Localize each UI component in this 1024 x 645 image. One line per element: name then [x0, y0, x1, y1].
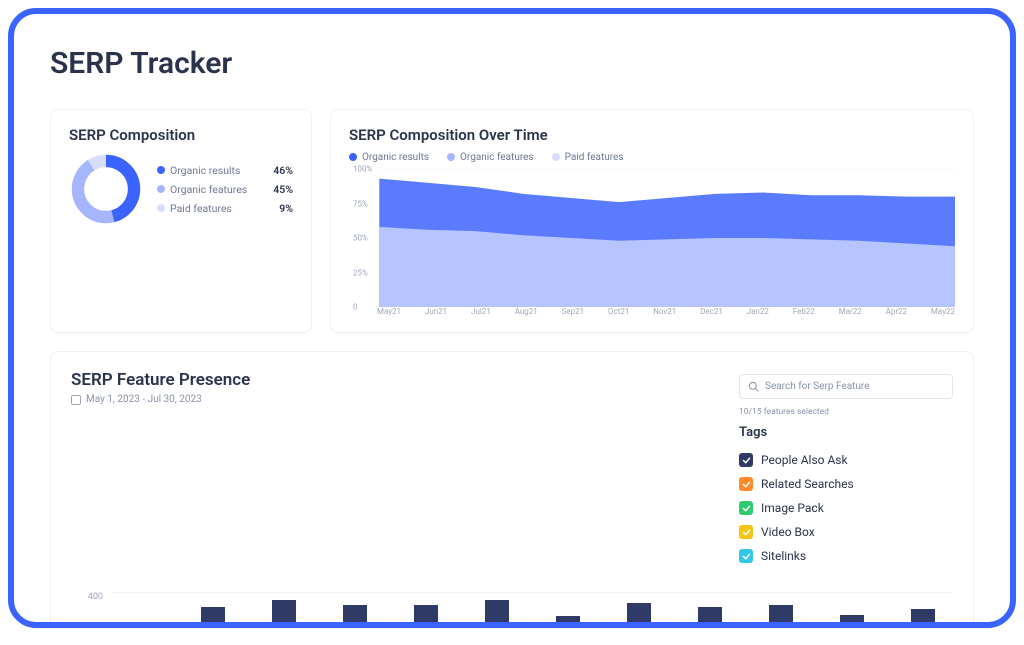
page-title: SERP Tracker [50, 46, 974, 81]
tag-list: People Also Ask Related Searches Image Pac… [739, 448, 953, 568]
selected-count: 10/15 features selected [739, 407, 953, 417]
tag-label: Sitelinks [761, 549, 806, 563]
calendar-icon [71, 395, 81, 405]
legend-value: 45% [273, 183, 293, 196]
bar-stack[interactable] [911, 609, 935, 628]
area-chart: 100%75%50%25%0 [349, 169, 955, 307]
legend-row: Organic results 46% [157, 161, 293, 180]
date-range-label: May 1, 2023 - Jul 30, 2023 [86, 394, 202, 405]
legend-item: Organic results [349, 152, 429, 163]
donut-chart [69, 152, 143, 226]
y-tick: 75% [353, 199, 368, 208]
tag-item[interactable]: Related Searches [739, 472, 953, 496]
y-tick: 100% [353, 165, 372, 174]
search-input[interactable]: Search for Serp Feature [739, 374, 953, 399]
legend-item: Paid features [552, 152, 624, 163]
bar-stack[interactable] [343, 605, 367, 628]
date-range[interactable]: May 1, 2023 - Jul 30, 2023 [71, 394, 250, 405]
checkbox-icon [739, 477, 753, 491]
checkbox-icon [739, 549, 753, 563]
legend-label: Paid features [170, 202, 232, 215]
bar-stack[interactable] [840, 615, 864, 629]
tag-label: Video Box [761, 525, 815, 539]
tag-item[interactable]: People Also Ask [739, 448, 953, 472]
bar-segment [485, 600, 509, 629]
bar-segment [201, 607, 225, 628]
legend-label: Organic features [170, 183, 247, 196]
legend-item: Organic features [447, 152, 534, 163]
bar-segment [627, 603, 651, 628]
top-row: SERP Composition Organic results46%Organ… [50, 109, 974, 333]
area-legend: Organic results Organic features Paid feat… [349, 152, 955, 163]
bar-stack[interactable] [698, 607, 722, 628]
feature-header: SERP Feature Presence May 1, 2023 - Jul … [71, 370, 953, 568]
y-tick: 25% [353, 268, 368, 277]
bar-segment [272, 600, 296, 629]
legend-value: 46% [273, 164, 293, 177]
bar-segment [840, 615, 864, 629]
bar-segment [698, 607, 722, 628]
donut-legend: Organic results 46% Organic features 45% Pai… [157, 161, 293, 218]
app-frame: SERP Tracker SERP Composition Organic re… [8, 8, 1016, 628]
checkbox-icon [739, 525, 753, 539]
bar-stack[interactable] [414, 605, 438, 628]
bar-segment [769, 605, 793, 628]
bar-stack[interactable] [201, 607, 225, 628]
bar-stack[interactable] [627, 603, 651, 628]
y-tick: 0 [353, 303, 358, 312]
y-tick: 400 [71, 592, 103, 602]
legend-row: Organic features 45% [157, 180, 293, 199]
tags-heading: Tags [739, 425, 953, 440]
bar-stacks [111, 592, 953, 628]
legend-row: Paid features 9% [157, 199, 293, 218]
card-title: SERP Composition Over Time [349, 126, 955, 144]
card-feature-presence: SERP Feature Presence May 1, 2023 - Jul … [50, 351, 974, 628]
checkbox-icon [739, 501, 753, 515]
tag-label: Image Pack [761, 501, 824, 515]
bar-stack[interactable] [769, 605, 793, 628]
y-tick: 300 [71, 626, 103, 628]
donut-chart-wrap: Organic results 46% Organic features 45% Pai… [69, 152, 293, 226]
bar-stack[interactable] [272, 600, 296, 629]
bar-segment [911, 609, 935, 628]
stacked-bar-chart: 4003002001000 30 Aug01 Sep03 Sep05 Sep07… [71, 592, 953, 628]
tag-item[interactable]: Video Box [739, 520, 953, 544]
tag-item[interactable]: Image Pack [739, 496, 953, 520]
bar-segment [556, 616, 580, 628]
search-icon [748, 381, 759, 392]
tag-item[interactable]: Sitelinks [739, 544, 953, 568]
card-serp-over-time: SERP Composition Over Time Organic resul… [330, 109, 974, 333]
bar-segment [414, 605, 438, 628]
bar-stack[interactable] [485, 600, 509, 629]
card-serp-composition: SERP Composition Organic results46%Organ… [50, 109, 312, 333]
legend-value: 9% [279, 202, 293, 215]
card-title: SERP Feature Presence [71, 370, 250, 390]
legend-label: Organic results [170, 164, 240, 177]
bar-segment [343, 605, 367, 628]
tag-label: People Also Ask [761, 453, 848, 467]
tag-label: Related Searches [761, 477, 854, 491]
bar-stack[interactable] [556, 616, 580, 628]
bar-y-axis: 4003002001000 [71, 592, 111, 628]
feature-filter-panel: Search for Serp Feature 10/15 features s… [739, 370, 953, 568]
search-placeholder: Search for Serp Feature [765, 381, 870, 392]
checkbox-icon [739, 453, 753, 467]
y-tick: 50% [353, 234, 368, 243]
card-title: SERP Composition [69, 126, 293, 144]
